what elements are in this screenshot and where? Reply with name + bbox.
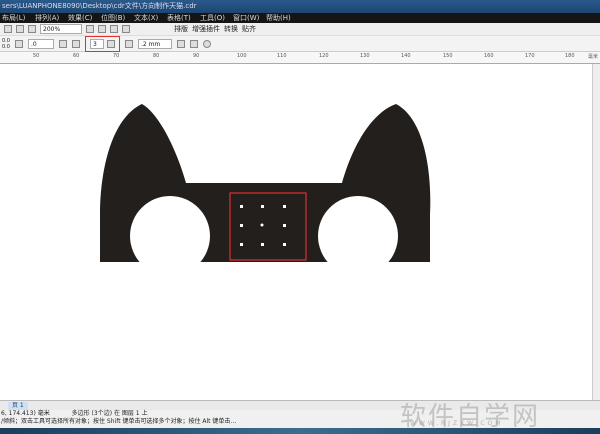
import-icon[interactable] [4,25,12,33]
mirror-v-icon[interactable] [71,39,80,48]
outline-width-select[interactable]: .2 mm [137,38,172,49]
ruler-label: 120 [319,53,329,59]
horizontal-ruler[interactable]: 50 60 70 80 90 100 110 120 130 140 150 1… [0,52,600,64]
wrap-icon[interactable] [124,39,133,48]
menu-window[interactable]: 窗口(W) [231,13,264,23]
to-back-icon[interactable] [189,39,198,48]
menu-bar: 布局(L) 排列(A) 效果(C) 位图(B) 文本(X) 表格(T) 工具(O… [0,13,600,23]
ruler-label: 70 [113,53,120,59]
to-front-icon[interactable] [176,39,185,48]
window-title: sers\LUANPHONE8090\Desktop\cdr文件\方向制作天猫.… [2,2,197,10]
menu-text[interactable]: 文本(X) [132,13,165,23]
ruler-label: 140 [401,53,411,59]
menu-bitmaps[interactable]: 位图(B) [99,13,132,23]
zoom-width-icon[interactable] [122,25,130,33]
property-bar: 0.0 0.0 .0 3 .2 mm [0,35,600,52]
zoom-select[interactable]: 200% [40,24,82,34]
status-hint: /倾斜；双击工具可选择所有对象；按住 Shift 键单击可选择多个对象；按住 A… [1,418,237,425]
zoom-out-icon[interactable] [98,25,106,33]
ruler-label: 180 [565,53,575,59]
sides-field[interactable]: 3 [89,38,104,49]
menu-arrange[interactable]: 排列(A) [33,13,66,23]
drawing-canvas[interactable] [0,64,592,402]
watermark: 软件自学网 [400,402,541,432]
y-field[interactable]: 0.0 [2,44,10,50]
cat-head-shape[interactable] [0,64,592,402]
zoom-in-icon[interactable] [86,25,94,33]
menu-table[interactable]: 表格(T) [165,13,198,23]
object-info: 多边形 (3个边) 在 图层 1 上 [71,410,148,417]
ruler-label: 100 [237,53,247,59]
ruler-label: 110 [277,53,287,59]
print-icon[interactable] [28,25,36,33]
convert-curves-icon[interactable] [202,39,211,48]
ruler-label: 50 [33,53,40,59]
watermark-url: WWW.RJZXW.COM [410,420,504,427]
menu-help[interactable]: 帮助(H) [264,13,297,23]
ruler-label: 90 [193,53,200,59]
typeset-button[interactable]: 排版 [174,24,188,34]
menu-layout[interactable]: 布局(L) [0,13,33,23]
ruler-label: 130 [360,53,370,59]
vertical-scrollbar[interactable] [592,64,600,400]
rotation-field[interactable]: .0 [27,38,54,49]
ruler-label: 170 [525,53,535,59]
snap-button[interactable]: 贴齐 [242,24,256,34]
ruler-label: 毫米 [588,54,599,60]
mirror-h-icon[interactable] [58,39,67,48]
page-tab[interactable]: 页 1 [8,402,28,410]
zoom-page-icon[interactable] [110,25,118,33]
enhance-plugin-button[interactable]: 增强插件 [192,24,220,34]
convert-button[interactable]: 转换 [224,24,238,34]
title-bar: sers\LUANPHONE8090\Desktop\cdr文件\方向制作天猫.… [0,0,600,13]
standard-toolbar: 200% 排版 增强插件 转换 贴齐 [0,23,600,36]
sides-highlight: 3 [84,35,120,52]
cursor-coords: 6, 174.413) 毫米 [1,410,50,417]
ruler-label: 150 [443,53,453,59]
menu-tools[interactable]: 工具(O) [198,13,231,23]
position-fields[interactable]: 0.0 0.0 [2,38,10,50]
menu-effects[interactable]: 效果(C) [66,13,99,23]
export-icon[interactable] [16,25,24,33]
lock-icon[interactable] [14,39,23,48]
ruler-label: 160 [484,53,494,59]
spinner-icon[interactable] [106,39,115,48]
ruler-label: 80 [153,53,160,59]
ruler-label: 60 [73,53,80,59]
